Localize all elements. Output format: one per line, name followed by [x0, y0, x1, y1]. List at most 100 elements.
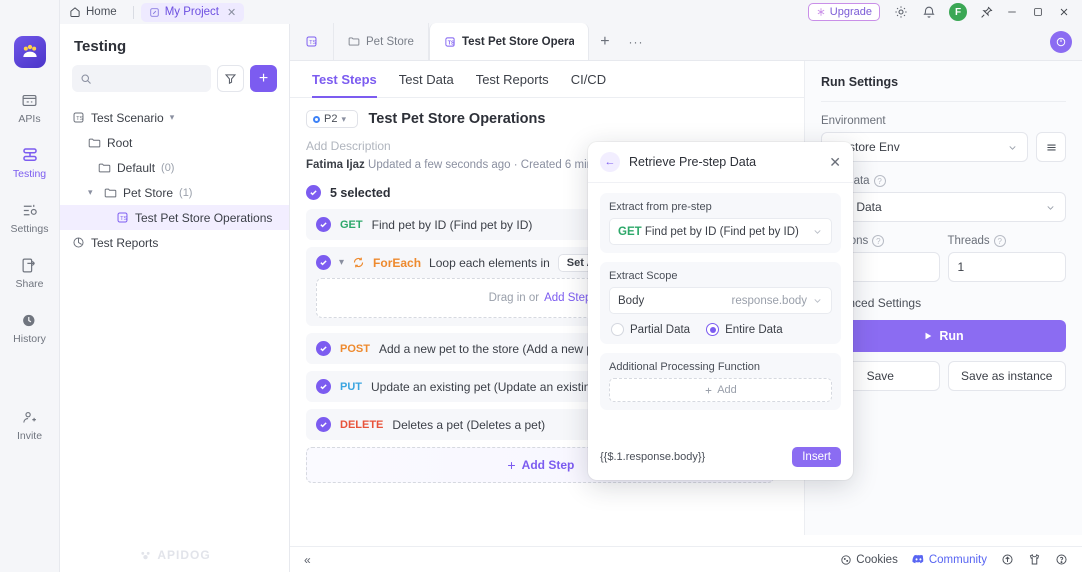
tree-item-test-pet-store-operations[interactable]: TS Test Pet Store Operations: [60, 205, 289, 230]
select-all-checkbox[interactable]: [306, 185, 321, 200]
pin-icon[interactable]: [974, 1, 998, 23]
save-as-instance-button[interactable]: Save as instance: [947, 361, 1066, 391]
step-method: DELETE: [340, 418, 384, 431]
extract-from-text: GET Find pet by ID (Find pet by ID): [618, 226, 799, 238]
cookie-icon: [840, 554, 852, 566]
panel-title: Testing: [74, 38, 127, 55]
close-icon[interactable]: ✕: [227, 6, 236, 19]
sidebar-item-invite[interactable]: Invite: [2, 407, 58, 442]
help-icon[interactable]: [1055, 553, 1068, 566]
insert-button[interactable]: Insert: [792, 447, 841, 467]
radio-entire-data[interactable]: Entire Data: [706, 323, 783, 336]
tab-cicd[interactable]: CI/CD: [571, 61, 606, 98]
sidebar-item-label: Settings: [10, 223, 49, 235]
help-icon[interactable]: ?: [873, 175, 886, 187]
tree-item-root[interactable]: Root: [60, 130, 289, 155]
tree-item-default[interactable]: Default (0): [60, 155, 289, 180]
upload-icon[interactable]: [1001, 553, 1014, 566]
step-checkbox[interactable]: [316, 379, 331, 394]
tab-test-steps[interactable]: Test Steps: [312, 61, 377, 98]
extract-from-select[interactable]: GET Find pet by ID (Find pet by ID): [609, 218, 832, 245]
step-checkbox[interactable]: [316, 417, 331, 432]
search-input[interactable]: [98, 72, 203, 85]
extract-scope-select[interactable]: Body response.body: [609, 287, 832, 314]
folder-icon: [104, 187, 117, 199]
run-settings-title: Run Settings: [821, 75, 1066, 102]
shirt-icon[interactable]: [1028, 553, 1041, 566]
add-processing-function-button[interactable]: Add: [609, 378, 832, 402]
titlebar-tabs: Home My Project ✕: [60, 2, 245, 22]
add-scenario-button[interactable]: +: [250, 65, 277, 92]
sidebar-item-share[interactable]: Share: [2, 255, 58, 290]
sidebar-item-settings[interactable]: Settings: [2, 200, 58, 235]
tab-scenario-icon-button[interactable]: TS: [290, 23, 334, 60]
avatar[interactable]: F: [949, 3, 967, 21]
chevron-down-icon: [812, 295, 823, 306]
step-checkbox[interactable]: [316, 217, 331, 232]
project-tab[interactable]: My Project ✕: [140, 2, 245, 22]
environment-manage-button[interactable]: [1036, 132, 1066, 162]
sidebar-item-apis[interactable]: APIs: [2, 90, 58, 125]
collapse-panel-button[interactable]: «: [304, 553, 311, 567]
chevron-down-icon[interactable]: ▾: [88, 187, 98, 198]
left-rail: APIs Testing Settings Share History Invi…: [0, 0, 60, 572]
minimize-button[interactable]: [1000, 1, 1024, 23]
chevron-down-icon: [812, 226, 823, 237]
cookies-button[interactable]: Cookies: [840, 554, 898, 566]
step-checkbox[interactable]: [316, 255, 331, 270]
help-icon[interactable]: ?: [993, 235, 1006, 247]
folder-icon: [98, 162, 111, 174]
tab-test-data[interactable]: Test Data: [399, 61, 454, 98]
popup-header: ← Retrieve Pre-step Data ✕: [588, 142, 853, 183]
project-icon: [149, 7, 160, 18]
bell-icon[interactable]: [916, 1, 942, 23]
community-button[interactable]: Community: [912, 554, 987, 566]
threads-input[interactable]: 1: [947, 252, 1066, 282]
sync-icon[interactable]: [1050, 31, 1072, 53]
plus-icon: [506, 460, 517, 471]
radio-partial-data[interactable]: Partial Data: [611, 323, 690, 336]
gear-icon[interactable]: [888, 1, 914, 23]
folder-icon: [88, 137, 101, 149]
titlebar-actions: Upgrade F: [807, 0, 1076, 24]
tab-bar: TS Pet Store TS Test Pet Store Operatio: [290, 23, 1082, 61]
scenario-icon: TS: [444, 36, 456, 48]
search-box[interactable]: [72, 65, 211, 92]
chevron-down-icon[interactable]: ▾: [170, 112, 180, 123]
sidebar-item-label: History: [13, 333, 46, 345]
tree-item-pet-store[interactable]: ▾ Pet Store (1): [60, 180, 289, 205]
back-icon[interactable]: ←: [600, 152, 620, 172]
threads-label: Threads ?: [948, 235, 1067, 247]
maximize-button[interactable]: [1026, 1, 1050, 23]
add-step-link[interactable]: Add Step: [544, 292, 591, 304]
drop-text: Drag in or: [488, 292, 540, 304]
step-checkbox[interactable]: [316, 341, 331, 356]
processing-function-label: Additional Processing Function: [609, 361, 761, 373]
close-window-button[interactable]: [1052, 1, 1076, 23]
advanced-settings-toggle[interactable]: Advanced Settings: [821, 296, 1066, 310]
close-icon[interactable]: ✕: [829, 154, 841, 171]
sidebar-item-testing[interactable]: Testing: [2, 145, 58, 180]
help-icon[interactable]: ?: [872, 235, 885, 247]
bottom-bar: « Cookies Community: [290, 546, 1082, 572]
tree-item-test-reports[interactable]: Test Reports: [60, 230, 289, 255]
new-tab-button[interactable]: +: [589, 23, 621, 60]
app-logo[interactable]: [13, 36, 46, 68]
tab-test-pet-store-operations[interactable]: TS Test Pet Store Operatio: [428, 23, 589, 60]
filter-button[interactable]: [217, 65, 244, 92]
tab-overflow-button[interactable]: ···: [621, 23, 651, 60]
popup-footer: {{$.1.response.body}} Insert: [588, 434, 853, 480]
priority-selector[interactable]: P2 ▾: [306, 110, 359, 128]
tab-pet-store[interactable]: Pet Store: [334, 23, 429, 60]
tab-test-reports[interactable]: Test Reports: [476, 61, 549, 98]
retrieve-pre-step-data-popup: ← Retrieve Pre-step Data ✕ Extract from …: [588, 142, 853, 480]
sidebar-item-history[interactable]: History: [2, 310, 58, 345]
tree-label: Test Scenario: [91, 110, 164, 125]
chevron-down-icon[interactable]: ▾: [339, 257, 344, 268]
tree-root-test-scenario[interactable]: TS Test Scenario ▾: [60, 105, 289, 130]
home-tab[interactable]: Home: [60, 3, 126, 21]
scope-radio-group: Partial Data Entire Data: [609, 323, 832, 336]
run-button[interactable]: Run: [821, 320, 1066, 352]
test-data-select[interactable]: Test Data: [821, 192, 1066, 222]
upgrade-button[interactable]: Upgrade: [807, 3, 880, 21]
